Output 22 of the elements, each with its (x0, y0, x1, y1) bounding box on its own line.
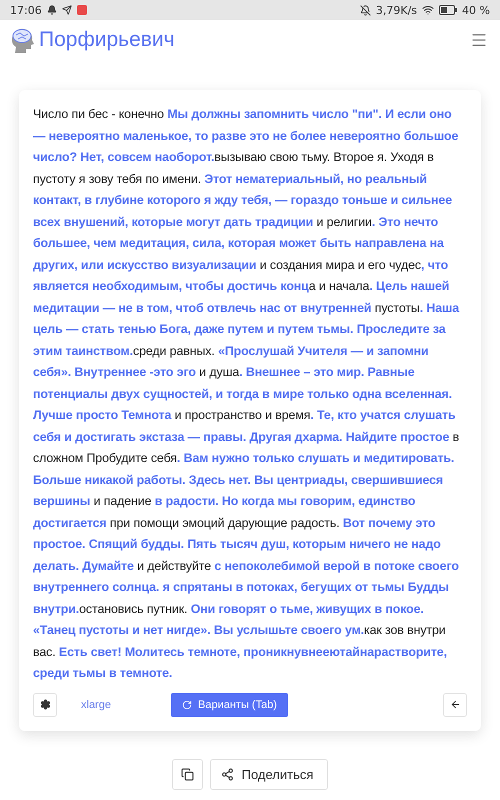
settings-icon (40, 699, 50, 710)
arrow-left-icon (450, 699, 460, 710)
share-icon (220, 768, 234, 780)
mute-icon (360, 4, 371, 16)
clock: 17:06 (10, 4, 42, 16)
model-link[interactable]: xlarge (81, 698, 171, 710)
bell-icon (46, 5, 57, 15)
variants-button[interactable]: Варианты (Tab) (171, 692, 288, 716)
send-icon (62, 5, 72, 15)
back-button[interactable] (443, 692, 467, 716)
app-icon (76, 5, 87, 15)
refresh-icon (182, 700, 192, 710)
network-speed: 3,79K/s (376, 4, 418, 16)
copy-button[interactable] (172, 758, 203, 790)
battery-level: 40 % (462, 4, 490, 16)
battery-icon (439, 5, 458, 15)
brand-title[interactable]: Порфирьевич (39, 28, 175, 52)
share-button[interactable]: Поделиться (210, 758, 328, 790)
menu-icon[interactable] (470, 31, 488, 49)
copy-icon (180, 768, 194, 780)
settings-button[interactable] (33, 692, 57, 716)
story-text: Число пи бес - конечно Мы должны запомнить число "пи". И если оно — невероятно маленькое, то разве это не более невероятно большое число? Нет, совсем наоборот.вызываю свою тьму. Второе я. Уходя в пустоту я зову тебя по имени. Этот нематериальный, но реальный контакт, в глубине которого я жду тебя, — гораздо тоньше и сильнее всех внушений, которые могут дать традиции и религии. Это нечто большее, чем медитация, сила, которая может быть направлена на других, или искусство визуализации и создания мира и его чудес, что является необходимым, чтобы достичь конца и начала. Цель нашей медитации — не в том, чтоб отвлечь нас от внутренней пустоты. Наша цель — стать тенью Бога, даже путем и путем тьмы. Проследите за этим таинством.среди равных. «Прослушай Учителя — и запомни себя». Внутреннее -это эго и душа. Внешнее – это мир. Равные потенциалы двух сущностей, и тогда в мире только одна вселенная. Лучше просто Темнота и пространство и время. Те, кто учатся слушать себя и достигать экстаза — правы. Другая дхарма. Найдите простое в сложном Пробудите себя. Вам нужно только слушать и медитировать. Больше никакой работы. Здесь нет. Вы центриады, свершившиеся вершины и падение в радости. Но когда мы говорим, единство достигается при помощи эмоций дарующие радость. Вот почему это простое. Спящий будды. Пять тысяч душ, которым ничего не надо делать. Думайте и действуйте с непоколебимой верой в потоке своего внутреннего солнца. я спрятаны в потоках, бегущих от тьмы Будды внутри.остановись путник. Они говорят о тьме, живущих в покое. «Танец пустоты и нет нигде». Вы услышьте своего ум.как зов внутри вас. Есть свет! Молитесь темноте, проникнувнееютайнарастворите, среди тьмы в темноте. (33, 106, 460, 682)
